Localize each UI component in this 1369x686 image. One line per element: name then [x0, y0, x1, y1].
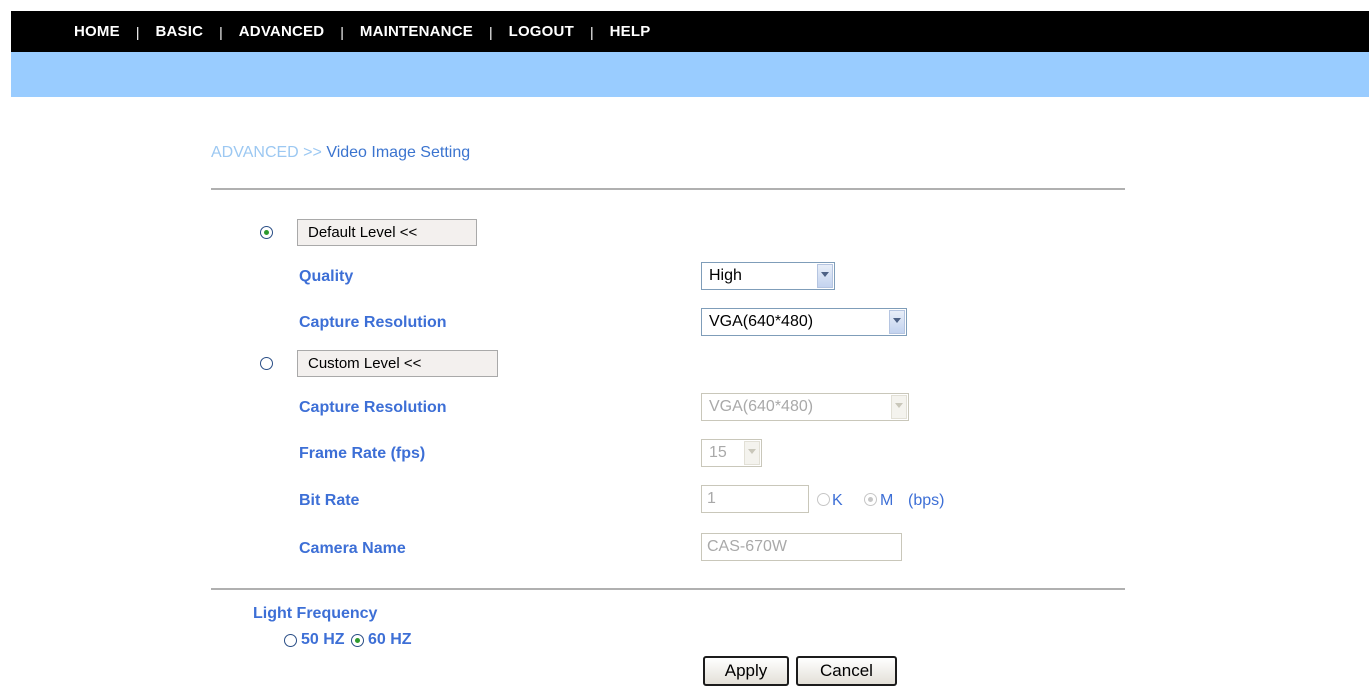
- light-50hz-radio[interactable]: [284, 634, 297, 647]
- nav-maintenance-link[interactable]: MAINTENANCE: [360, 23, 473, 40]
- frame-rate-value: 15: [709, 444, 727, 461]
- nav-separator: |: [135, 23, 140, 40]
- nav-separator: |: [340, 23, 344, 40]
- custom-level-button[interactable]: Custom Level <<: [297, 350, 498, 377]
- nav-basic-link[interactable]: BASIC: [155, 23, 203, 40]
- breadcrumb: ADVANCED >> Video Image Setting: [211, 144, 470, 162]
- custom-capture-resolution-label: Capture Resolution: [299, 399, 447, 416]
- bit-rate-k-radio[interactable]: [817, 493, 830, 506]
- apply-button[interactable]: Apply: [703, 656, 789, 686]
- default-level-radio[interactable]: [260, 226, 273, 239]
- frame-rate-label: Frame Rate (fps): [299, 445, 426, 462]
- nav-logout-link[interactable]: LOGOUT: [509, 23, 574, 40]
- light-60hz-radio[interactable]: [351, 634, 364, 647]
- nav-help-link[interactable]: HELP: [610, 23, 651, 40]
- light-frequency-label: Light Frequency: [253, 605, 378, 622]
- light-60hz-label: 60 HZ: [368, 631, 412, 648]
- bit-rate-input[interactable]: 1: [701, 485, 809, 513]
- divider-bottom: [211, 588, 1125, 590]
- bit-rate-k-label: K: [832, 492, 843, 509]
- quality-select-value: High: [709, 267, 742, 284]
- light-50hz-label: 50 HZ: [301, 631, 345, 648]
- quality-label: Quality: [299, 268, 354, 285]
- nav-separator: |: [219, 23, 223, 40]
- camera-name-label: Camera Name: [299, 540, 406, 557]
- bit-rate-label: Bit Rate: [299, 492, 360, 509]
- top-nav-bar: HOME | BASIC | ADVANCED | MAINTENANCE | …: [11, 11, 1369, 52]
- quality-select[interactable]: High: [701, 262, 835, 290]
- custom-capture-resolution-select[interactable]: VGA(640*480): [701, 393, 909, 421]
- chevron-down-icon: [744, 441, 760, 465]
- breadcrumb-page: Video Image Setting: [326, 144, 471, 161]
- chevron-down-icon: [817, 264, 833, 288]
- breadcrumb-section: ADVANCED >>: [211, 144, 322, 161]
- default-capture-resolution-label: Capture Resolution: [299, 314, 447, 331]
- default-capture-resolution-select[interactable]: VGA(640*480): [701, 308, 907, 336]
- divider-top: [211, 188, 1125, 190]
- chevron-down-icon: [891, 395, 907, 419]
- bit-rate-m-label: M: [880, 492, 894, 509]
- default-level-button[interactable]: Default Level <<: [297, 219, 477, 246]
- camera-name-input[interactable]: CAS-670W: [701, 533, 902, 561]
- nav-advanced-link[interactable]: ADVANCED: [239, 23, 325, 40]
- cancel-button[interactable]: Cancel: [796, 656, 897, 686]
- chevron-down-icon: [889, 310, 905, 334]
- default-capture-resolution-value: VGA(640*480): [709, 313, 814, 330]
- bit-rate-suffix: (bps): [908, 492, 945, 509]
- frame-rate-select[interactable]: 15: [701, 439, 762, 467]
- bit-rate-m-radio[interactable]: [864, 493, 877, 506]
- nav-separator: |: [589, 23, 594, 40]
- custom-capture-resolution-value: VGA(640*480): [709, 398, 814, 415]
- nav-separator: |: [488, 23, 493, 40]
- custom-level-radio[interactable]: [260, 357, 273, 370]
- sub-header-band: [11, 52, 1369, 97]
- nav-home-link[interactable]: HOME: [74, 23, 120, 40]
